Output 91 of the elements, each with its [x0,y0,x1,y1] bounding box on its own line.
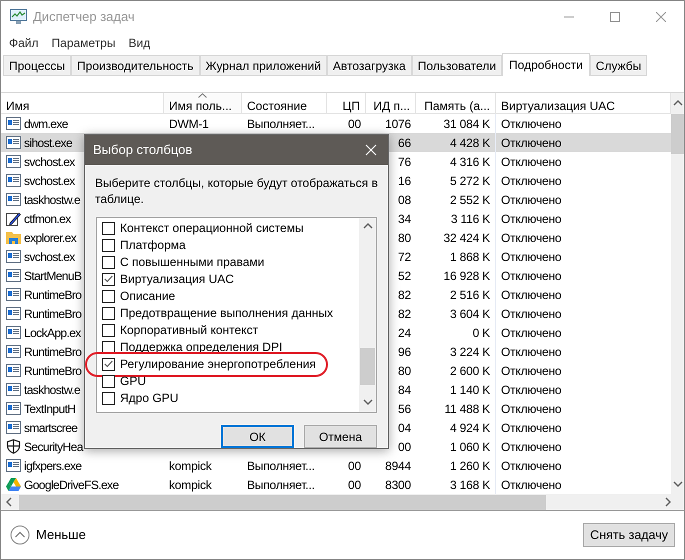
table-cell-text: 96 [398,344,411,360]
table-cell-text: 34 [398,210,411,228]
table-cell-text: 80 [398,362,411,380]
table-cell-text: sihost.exe [24,134,72,152]
table-cell-text: Отключено [501,362,562,380]
table-cell-text: Отключено [501,172,562,190]
table-cell-text: 82 [398,306,411,322]
table-cell-text: Отключено [501,248,562,266]
table-cell-text: StartMenuB [24,268,82,284]
window-title: Диспетчер задач [33,8,135,26]
table-cell-text: kompick [169,476,212,494]
table-cell-text: 00 [398,438,411,456]
table-cell-text: taskhostw.e [24,192,80,208]
table-cell-text: 3 116 K [450,210,490,228]
table-cell-text: dwm.exe [24,116,68,132]
table-cell-text: Отключено [501,420,562,436]
table-cell-text: Отключено [501,324,562,342]
table-cell-text: 00 [348,458,361,474]
table-cell-text: DWM-1 [169,116,209,132]
table-cell-text: 52 [398,268,411,284]
table-cell-text: 3 224 K [450,344,490,360]
table-cell-text: Отключено [501,438,562,456]
table-cell-text: RuntimeBro [24,344,82,360]
table-cell-text: 4 316 K [450,154,490,170]
table-cell-text: Отключено [501,306,562,322]
table-cell-text: 56 [398,400,411,418]
table-cell-text: 00 [348,476,361,494]
table-cell-text: LockApp.ex [24,324,81,342]
table-cell-text: Отключено [501,134,562,152]
dialog-title: Выбор столбцов [93,141,192,160]
table-cell-text: Отключено [501,210,562,228]
table-cell-text: 82 [398,286,411,304]
table-cell-text: igfxpers.exe [24,458,82,474]
table-cell-text: 5 272 K [450,172,490,190]
table-cell-text: ctfmon.ex [24,210,71,228]
table-cell-text: 1 140 K [450,382,490,398]
table-cell-text: 4 428 K [450,134,490,152]
table-cell-text: smartscree [24,420,78,436]
table-cell-text: 1 868 K [450,248,490,266]
table-cell-text: 66 [398,134,411,152]
table-cell-text: Отключено [501,192,562,208]
table-cell-text: Отключено [501,230,562,246]
table-cell-text: 32 424 K [444,230,490,246]
table-cell-text: 76 [398,154,411,170]
table-cell-text: Выполняет... [247,116,315,132]
table-cell-text: 1076 [385,116,411,132]
table-cell-text: 8944 [385,458,411,474]
table-cell-text: 3 168 K [450,476,490,494]
table-cell-text: Выполняет... [247,458,315,474]
table-cell-text: 00 [348,116,361,132]
table-cell-text: Отключено [501,400,562,418]
table-cell-text: 31 084 K [444,116,490,132]
table-cell-text: kompick [169,458,212,474]
table-cell-text: Отключено [501,458,562,474]
table-cell-text: GoogleDriveFS.exe [24,476,119,494]
table-cell-text: 2 552 K [450,192,490,208]
table-cell-text: TextInputH [24,400,76,418]
table-cell-text: 08 [398,192,411,208]
table-cell-text: RuntimeBro [24,286,82,304]
table-cell-text: 72 [398,248,411,266]
table-cell-text: svchost.ex [24,248,75,266]
table-cell-text: 8300 [385,476,411,494]
table-cell-text: RuntimeBro [24,306,82,322]
table-cell-text: 16 [398,172,411,190]
table-cell-text: Отключено [501,286,562,304]
table-cell-text: SecurityHea [24,438,83,456]
table-cell-text: explorer.ex [24,230,76,246]
table-cell-text: Отключено [501,116,562,132]
table-cell-text: 3 604 K [450,306,490,322]
table-cell-text: Отключено [501,268,562,284]
table-cell-text: Выполняет... [247,476,315,494]
table-cell-text: 2 516 K [450,286,490,304]
table-cell-text: 80 [398,230,411,246]
table-cell-text: Отключено [501,476,562,494]
table-cell-text: RuntimeBro [24,362,82,380]
table-cell-text: taskhostw.e [24,382,80,398]
table-cell-text: Отключено [501,344,562,360]
table-cell-text: 24 [398,324,411,342]
table-cell-text: 4 924 K [450,420,490,436]
table-cell-text: 04 [398,420,411,436]
table-cell-text: 1 260 K [450,458,490,474]
table-cell-text: 0 K [472,324,490,342]
table-cell-text: svchost.ex [24,154,75,170]
table-cell-text: 16 928 K [444,268,490,284]
table-cell-text: svchost.ex [24,172,75,190]
table-cell-text: Отключено [501,382,562,398]
table-cell-text: Отключено [501,154,562,170]
table-cell-text: 84 [398,382,411,398]
table-cell-text: 11 488 K [444,400,490,418]
table-cell-text: 1 060 K [450,438,490,456]
table-cell-text: 2 600 K [450,362,490,380]
